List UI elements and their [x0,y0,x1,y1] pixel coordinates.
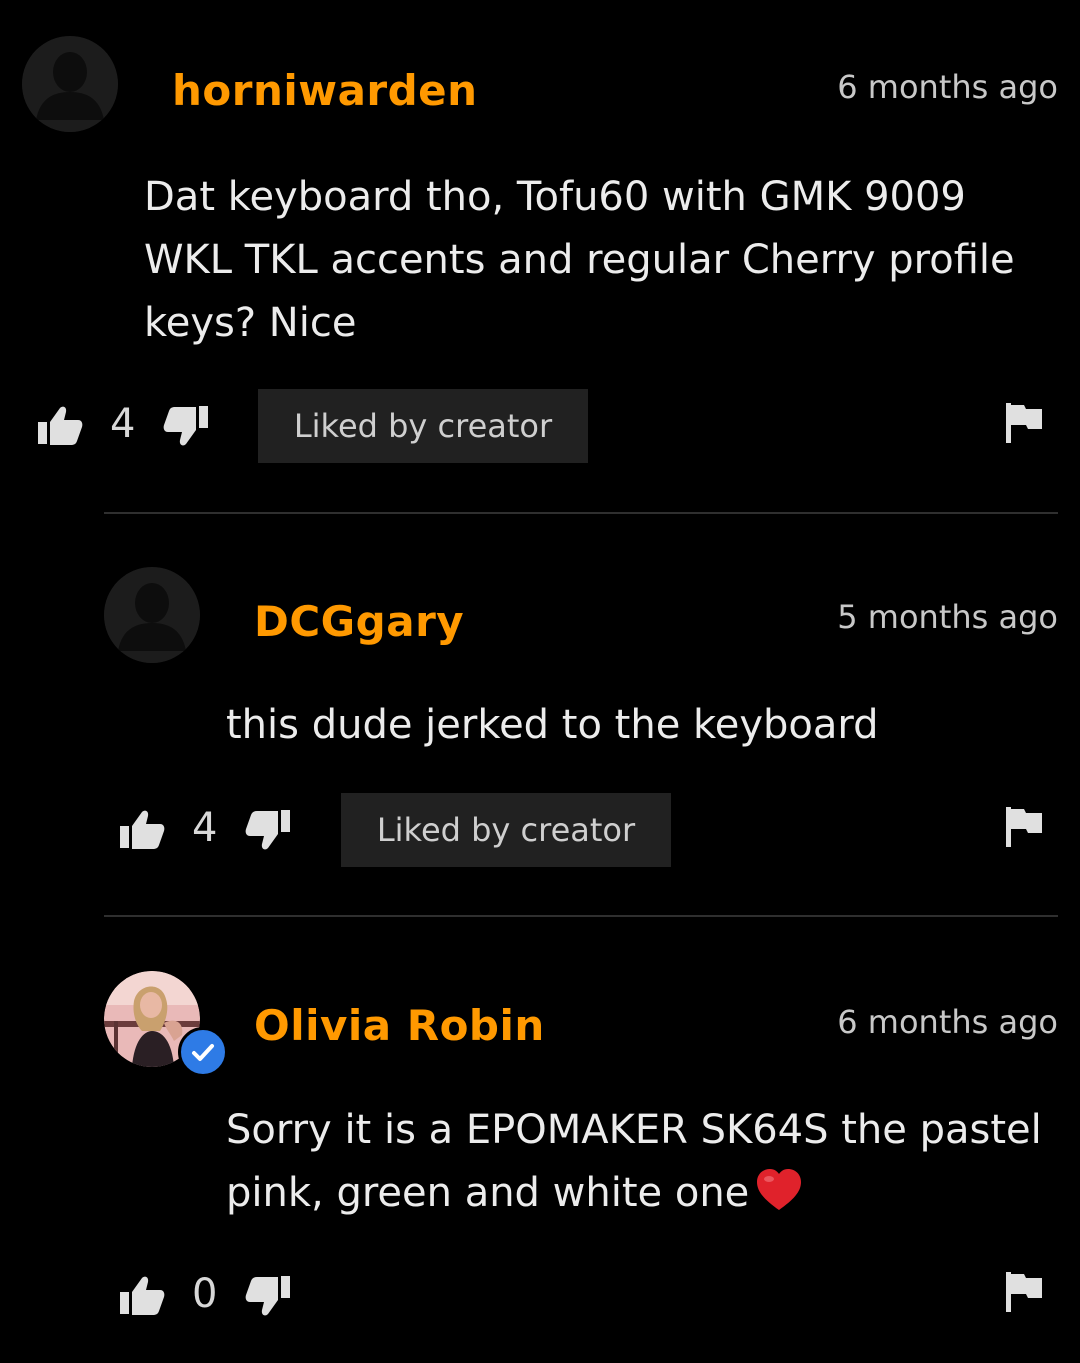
comment-text: this dude jerked to the keyboard [226,702,879,748]
comment-timestamp: 6 months ago [837,68,1058,106]
comment-timestamp: 5 months ago [837,598,1058,636]
thumbs-down-icon[interactable] [162,402,210,450]
like-count: 0 [192,1271,218,1317]
verified-badge [178,1027,228,1077]
heart-icon [757,1169,802,1210]
checkmark-icon [192,1044,214,1061]
comment-text: Dat keyboard tho, Tofu60 with GMK 9009 W… [144,174,1015,346]
divider [104,915,1058,917]
comment-username[interactable]: Olivia Robin [254,1001,545,1050]
avatar[interactable] [104,971,228,1077]
liked-by-creator-badge: Liked by creator [341,793,671,867]
thumbs-down-icon[interactable] [244,1272,292,1320]
user-silhouette-icon [22,36,118,132]
comment-text: Sorry it is a EPOMAKER SK64S the pastel … [226,1099,1050,1225]
comment-timestamp: 6 months ago [837,1003,1058,1041]
thumbs-up-icon[interactable] [118,806,166,854]
liked-by-creator-badge: Liked by creator [258,389,588,463]
thumbs-up-icon[interactable] [36,402,84,450]
avatar[interactable] [104,567,200,663]
comment-text-content: Sorry it is a EPOMAKER SK64S the pastel … [226,1107,1042,1216]
comment-username[interactable]: DCGgary [254,597,464,646]
comment-username[interactable]: horniwarden [172,66,478,115]
like-count: 4 [192,805,218,851]
thumbs-down-icon[interactable] [244,806,292,854]
flag-icon[interactable] [1004,401,1044,445]
flag-icon[interactable] [1004,805,1044,849]
avatar[interactable] [22,36,118,132]
flag-icon[interactable] [1004,1270,1044,1314]
like-count: 4 [110,401,136,447]
thumbs-up-icon[interactable] [118,1272,166,1320]
divider [104,512,1058,514]
user-silhouette-icon [104,567,200,663]
